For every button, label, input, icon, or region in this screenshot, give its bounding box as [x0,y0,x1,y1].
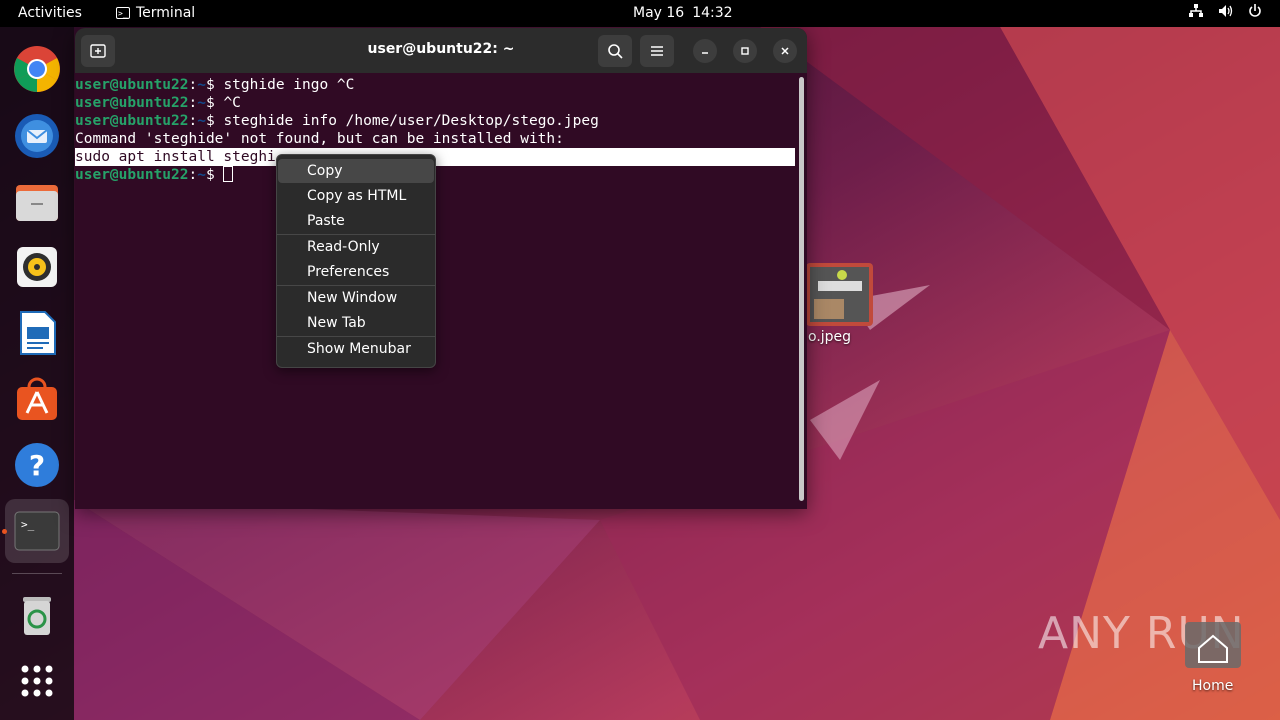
menu-item-read-only[interactable]: Read-Only [278,235,434,259]
dock-terminal[interactable]: >_ [5,499,69,563]
menu-item-show-menubar[interactable]: Show Menubar [278,337,434,361]
prompt-separator: : [188,77,198,93]
terminal-line: user@ubuntu22:~$ stghide ingo ^C [75,76,354,94]
dock-files[interactable] [0,169,74,233]
dock-app-grid[interactable] [0,649,74,713]
prompt-separator: : [188,95,198,111]
dock-thunderbird[interactable] [0,103,74,167]
network-icon [1189,4,1203,17]
software-icon [17,377,57,420]
volume-icon [1219,5,1233,17]
menu-item-new-window[interactable]: New Window [278,286,434,310]
prompt-path: ~ [197,167,206,183]
top-bar: Activities >_ Terminal May 16 14:32 [0,0,1280,27]
menu-button[interactable] [640,35,674,67]
minimize-icon [702,52,708,54]
clock-time: 14:32 [692,5,733,21]
search-icon [608,44,623,59]
running-indicator [2,529,7,534]
dock-trash[interactable] [0,583,74,647]
prompt-user: user@ubuntu22 [75,113,189,129]
context-menu: Copy Copy as HTML Paste Read-Only Prefer… [276,154,436,368]
close-icon [781,47,789,55]
command-text: steghide info /home/user/Desktop/stego.j… [223,113,599,129]
search-button[interactable] [598,35,632,67]
prompt-path: ~ [197,113,206,129]
writer-icon [20,311,56,355]
svg-text:?: ? [29,449,45,482]
menu-item-preferences[interactable]: Preferences [278,260,434,284]
maximize-button[interactable] [733,39,757,63]
menu-item-paste[interactable]: Paste [278,209,434,233]
app-menu[interactable]: >_ Terminal [116,5,195,21]
prompt-dollar: $ [205,95,224,111]
dock-writer[interactable] [0,301,74,365]
activities-button[interactable]: Activities [18,5,82,21]
help-icon: ? [15,443,59,487]
close-button[interactable] [773,39,797,63]
rhythmbox-icon [17,247,57,287]
terminal-line: user@ubuntu22:~$ steghide info /home/use… [75,112,599,130]
menu-item-copy-as-html[interactable]: Copy as HTML [278,184,434,208]
thunderbird-icon [15,114,59,158]
dock-rhythmbox[interactable] [0,235,74,299]
terminal-output-line: Command 'steghide' not found, but can be… [75,131,564,147]
dock: ? >_ [0,27,74,720]
desktop-home-label[interactable]: Home [1192,678,1233,694]
minimize-button[interactable] [693,39,717,63]
menu-item-new-tab[interactable]: New Tab [278,311,434,335]
terminal-window[interactable]: user@ubuntu22: ~ user@ubuntu22:~$ stghid… [75,28,807,509]
system-tray[interactable] [1188,4,1262,18]
prompt-dollar: $ [205,167,224,183]
prompt-separator: : [188,167,198,183]
dock-help[interactable]: ? [0,433,74,497]
terminal-cursor [223,166,234,182]
prompt-separator: : [188,113,198,129]
prompt-dollar: $ [205,77,224,93]
svg-text:>_: >_ [21,518,35,531]
terminal-body[interactable]: user@ubuntu22:~$ stghide ingo ^C user@ub… [75,73,807,509]
dock-software[interactable] [0,367,74,431]
prompt-user: user@ubuntu22 [75,77,189,93]
prompt-user: user@ubuntu22 [75,95,189,111]
terminal-line: user@ubuntu22:~$ [75,166,234,184]
prompt-path: ~ [197,77,206,93]
trash-icon [23,597,51,635]
chrome-icon [14,46,60,92]
power-icon [1249,4,1261,17]
prompt-dollar: $ [205,113,224,129]
image-thumbnail-icon [810,267,869,322]
app-grid-icon [21,665,53,697]
prompt-path: ~ [197,95,206,111]
menu-item-copy[interactable]: Copy [278,159,434,183]
home-folder-icon[interactable] [1185,618,1241,668]
app-menu-label: Terminal [136,5,196,21]
clock[interactable]: May 16 14:32 [633,5,733,21]
files-icon [16,185,58,221]
hamburger-icon [651,46,663,56]
desktop-stego-jpeg[interactable] [806,263,873,326]
dock-chrome[interactable] [0,37,74,101]
clock-date: May 16 [633,5,685,21]
maximize-icon [741,47,749,55]
prompt-user: user@ubuntu22 [75,167,189,183]
terminal-line: user@ubuntu22:~$ ^C [75,94,241,112]
dock-separator [12,573,62,574]
desktop-stego-label[interactable]: o.jpeg [808,329,851,345]
terminal-app-icon: >_ [116,7,130,19]
command-text: ^C [223,95,241,111]
terminal-scrollbar[interactable] [799,77,804,501]
terminal-header-bar[interactable]: user@ubuntu22: ~ [75,28,807,73]
terminal-icon: >_ [14,511,60,551]
command-text: stghide ingo ^C [223,77,355,93]
